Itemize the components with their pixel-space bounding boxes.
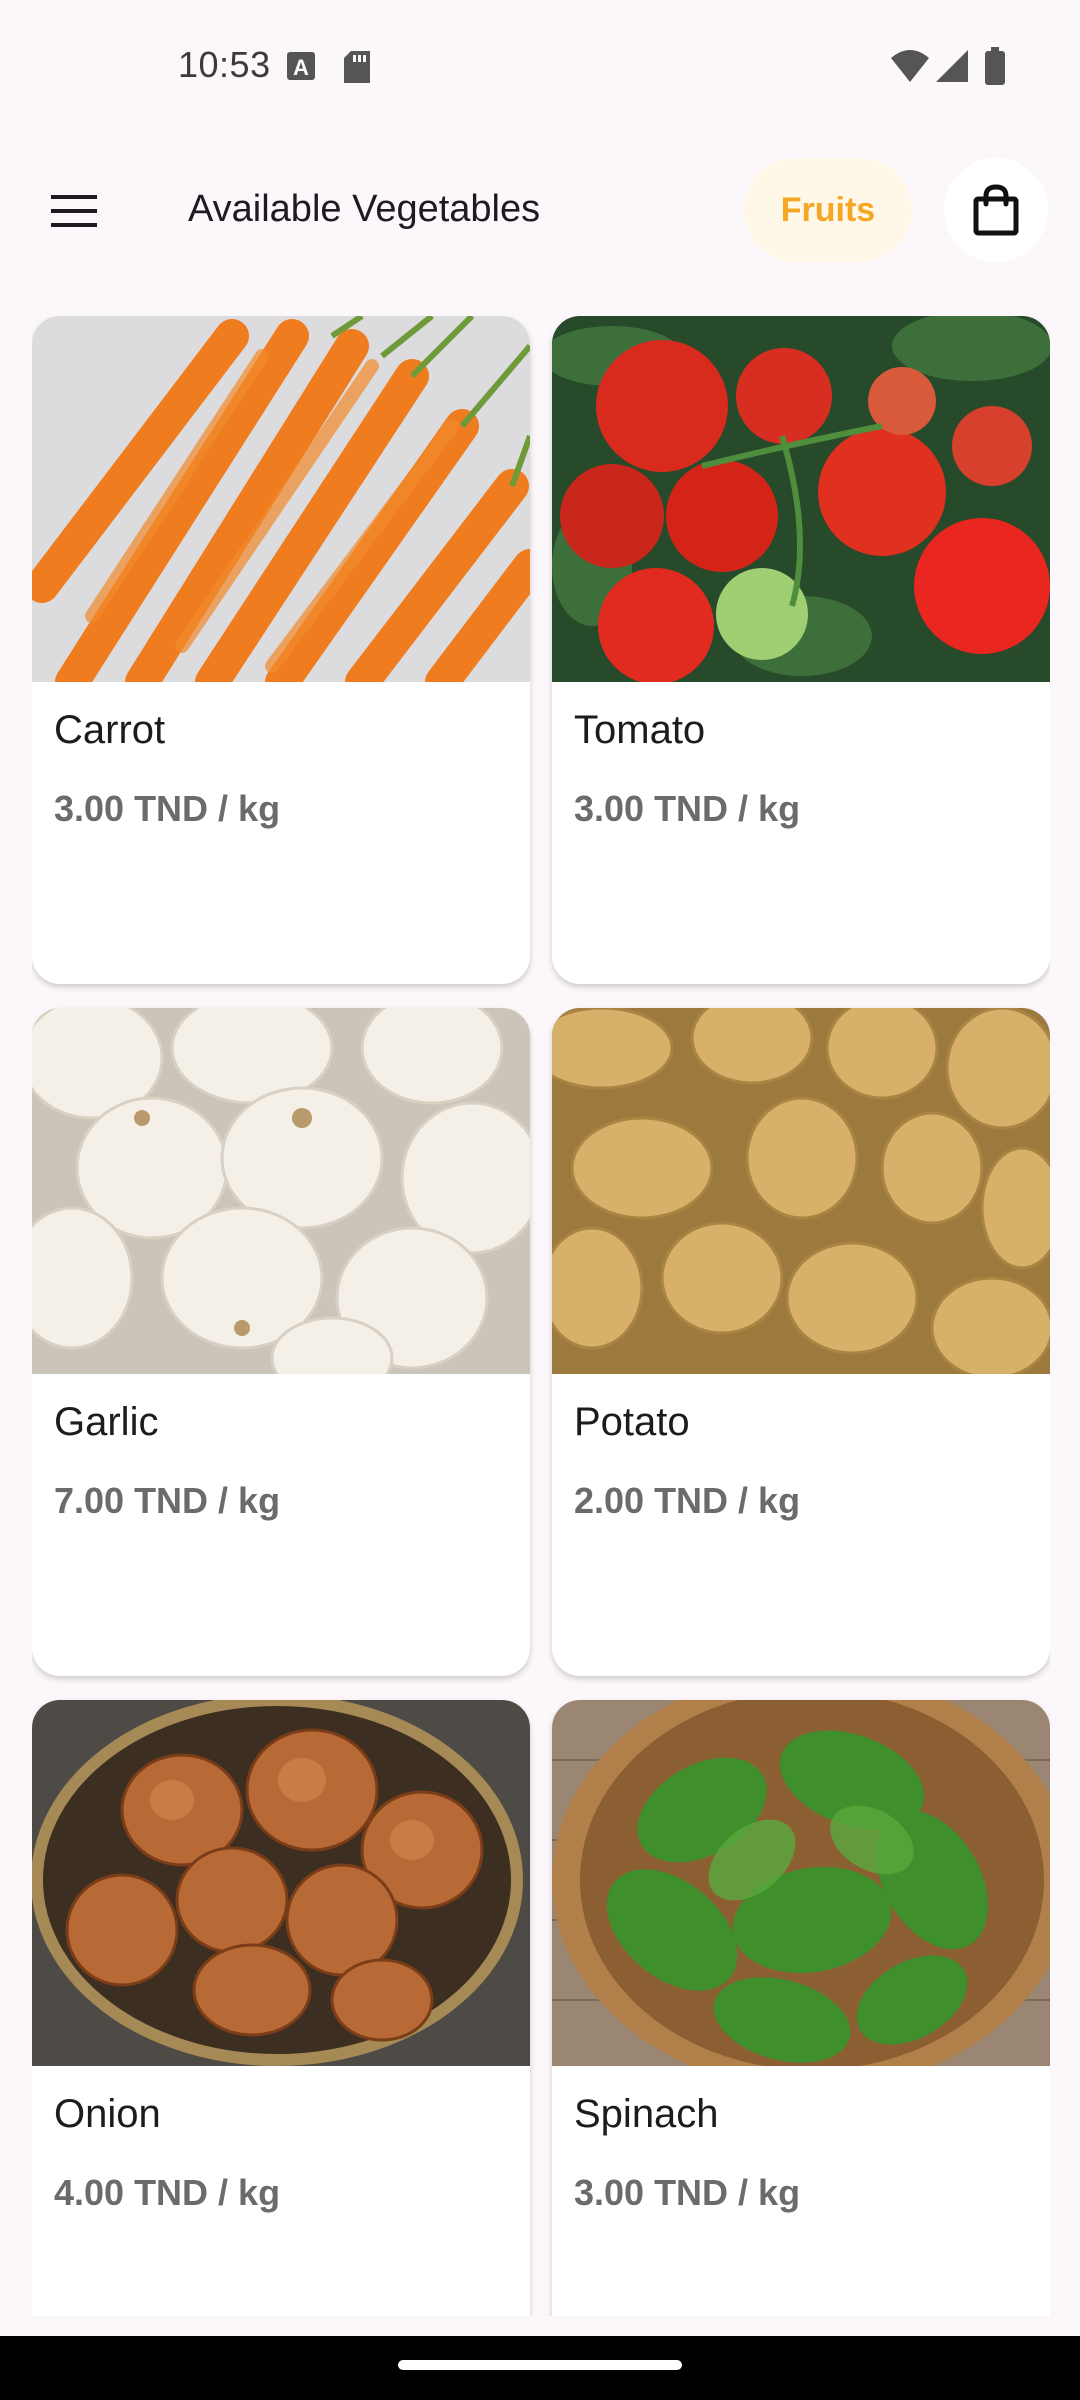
product-price: 3.00 TND / kg <box>54 788 281 829</box>
carrots-photo <box>32 316 530 682</box>
wifi-icon <box>891 50 929 82</box>
product-card-tomato[interactable]: Tomato 3.00 TND / kg <box>552 316 1050 984</box>
svg-text:A: A <box>293 55 309 80</box>
product-price: 3.00 TND / kg <box>574 2172 801 2213</box>
status-bar: 10:53 A <box>0 0 1080 135</box>
spinach-photo <box>552 1700 1050 2066</box>
product-card-potato[interactable]: Potato 2.00 TND / kg <box>552 1008 1050 1676</box>
product-price: 4.00 TND / kg <box>54 2172 281 2213</box>
onions-photo <box>32 1700 530 2066</box>
product-price: 7.00 TND / kg <box>54 1480 281 1521</box>
a-notification-icon: A <box>287 52 315 80</box>
potatoes-photo <box>552 1008 1050 1374</box>
sd-card-icon <box>344 51 370 83</box>
app-bar: Available Vegetables Fruits <box>0 150 1080 270</box>
fruits-button[interactable]: Fruits <box>744 158 912 262</box>
product-price: 2.00 TND / kg <box>574 1480 801 1521</box>
product-name: Carrot <box>54 708 166 752</box>
product-price: 3.00 TND / kg <box>574 788 801 829</box>
product-name: Tomato <box>574 708 706 752</box>
battery-icon <box>985 47 1005 85</box>
hamburger-menu-icon <box>51 195 97 227</box>
product-card-carrot[interactable]: Carrot 3.00 TND / kg <box>32 316 530 984</box>
home-gesture-handle[interactable] <box>398 2360 682 2370</box>
product-card-onion[interactable]: Onion 4.00 TND / kg <box>32 1700 530 2316</box>
cart-button[interactable] <box>944 158 1048 262</box>
tomatoes-photo <box>552 316 1050 682</box>
product-grid: Carrot 3.00 TND / kg Tomato 3.00 TND / k… <box>32 316 1050 2316</box>
garlic-photo <box>32 1008 530 1374</box>
product-name: Spinach <box>574 2092 719 2136</box>
product-card-garlic[interactable]: Garlic 7.00 TND / kg <box>32 1008 530 1676</box>
system-navigation-bar <box>0 2336 1080 2400</box>
cell-signal-icon <box>936 50 968 82</box>
product-name: Potato <box>574 1400 690 1444</box>
page-title: Available Vegetables <box>188 188 541 230</box>
product-card-spinach[interactable]: Spinach 3.00 TND / kg <box>552 1700 1050 2316</box>
menu-button[interactable] <box>34 176 114 246</box>
shopping-bag-icon <box>973 184 1019 236</box>
product-name: Onion <box>54 2092 161 2136</box>
product-name: Garlic <box>54 1400 159 1444</box>
status-time: 10:53 <box>178 44 271 85</box>
